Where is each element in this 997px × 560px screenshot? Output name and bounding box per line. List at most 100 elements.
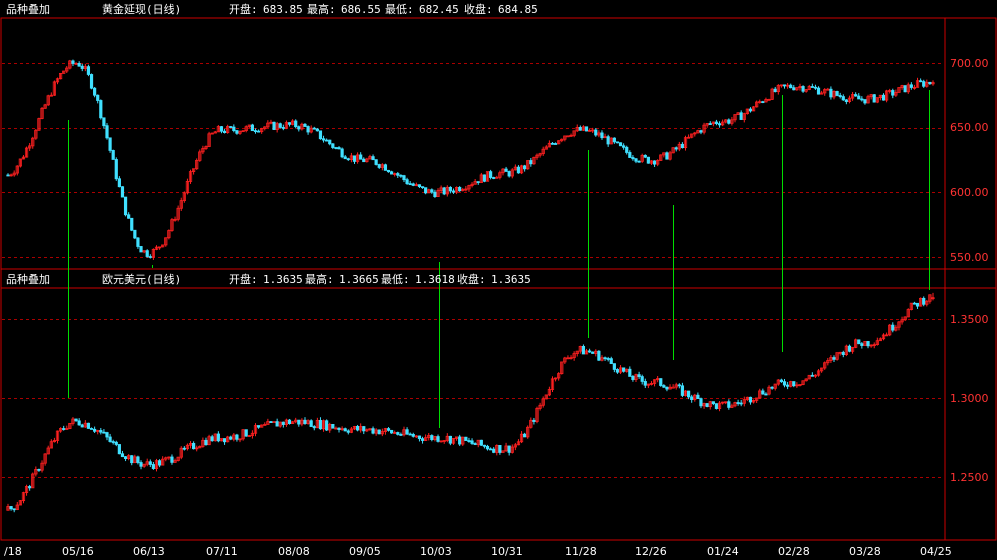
candle-body	[89, 74, 94, 89]
candle	[31, 136, 35, 149]
candle	[334, 146, 338, 150]
candle	[903, 316, 907, 322]
candle-body	[504, 168, 508, 172]
candle-body	[863, 99, 867, 104]
candle	[782, 84, 787, 89]
candle	[696, 129, 700, 134]
candle	[764, 97, 768, 103]
candle	[31, 472, 35, 489]
close-value: 684.85	[498, 3, 538, 16]
candle	[872, 342, 876, 349]
panel-1-header: 品种叠加 黄金延现(日线) 开盘: 683.85 最高: 686.55 最低: …	[6, 2, 538, 16]
candle-body	[420, 438, 425, 441]
candle	[219, 438, 224, 442]
candle	[501, 168, 505, 176]
candle-body	[127, 214, 131, 219]
candle-body	[872, 94, 876, 103]
candle	[677, 141, 681, 152]
candle-body	[362, 426, 366, 432]
open-value: 1.3635	[263, 273, 303, 286]
candle-body	[390, 171, 394, 175]
candle-body	[640, 376, 644, 382]
candle	[229, 435, 233, 441]
candle	[730, 403, 734, 409]
candle-body	[748, 396, 753, 403]
candle	[173, 216, 177, 222]
candle-body	[761, 390, 765, 395]
candle	[46, 445, 50, 455]
candle	[269, 420, 273, 423]
candle	[489, 169, 493, 180]
candle	[541, 146, 545, 156]
candle-body	[612, 363, 616, 370]
candle	[145, 458, 149, 467]
candle	[693, 393, 697, 402]
candle-body	[148, 256, 152, 258]
candle	[510, 168, 514, 179]
candle	[120, 450, 125, 458]
candle	[603, 133, 607, 139]
candle-body	[467, 440, 471, 442]
candle-body	[281, 421, 285, 425]
candle-body	[386, 428, 391, 431]
candle	[699, 397, 703, 409]
candle	[928, 81, 932, 85]
candle	[349, 426, 353, 434]
candle	[275, 121, 279, 133]
candle-body	[272, 121, 276, 130]
candle	[504, 166, 508, 172]
candle-body	[386, 169, 391, 173]
candle	[102, 117, 106, 129]
candle	[46, 94, 50, 106]
candle	[102, 429, 106, 434]
candle	[164, 237, 168, 247]
candle-body	[779, 379, 784, 383]
candle	[813, 84, 818, 90]
candle-body	[789, 84, 793, 89]
candle-body	[631, 376, 635, 380]
candle	[841, 350, 845, 358]
candle	[306, 419, 310, 425]
candle	[216, 125, 220, 133]
candle-body	[714, 403, 719, 409]
candle-body	[671, 386, 675, 389]
high-value: 1.3665	[339, 273, 379, 286]
candle-body	[680, 143, 685, 149]
candle-body	[739, 112, 743, 120]
candle	[93, 426, 97, 434]
candle-body	[352, 155, 357, 162]
candle	[352, 155, 357, 164]
candle	[649, 381, 654, 386]
candle	[516, 165, 521, 174]
candle	[798, 384, 802, 387]
candle-body	[451, 190, 456, 193]
candle	[547, 140, 551, 148]
candle-body	[433, 191, 437, 197]
candle-body	[677, 384, 681, 387]
candle	[733, 401, 737, 408]
candle-body	[136, 456, 140, 463]
candle-body	[111, 441, 115, 443]
x-tick-label: 05/16	[62, 545, 94, 558]
candle	[331, 143, 335, 150]
candle	[622, 367, 626, 373]
candle	[34, 128, 38, 140]
candle	[687, 390, 691, 400]
candle	[318, 130, 323, 140]
candle	[241, 130, 245, 133]
candle-body	[93, 428, 97, 432]
candle	[58, 72, 63, 80]
candle-body	[594, 129, 598, 136]
candle	[690, 133, 694, 139]
candle	[751, 106, 756, 112]
candle-body	[77, 63, 81, 67]
candle	[699, 129, 703, 135]
candle	[352, 425, 357, 431]
candle	[727, 118, 731, 125]
close-label: 收盘:	[464, 2, 493, 16]
candle	[365, 157, 369, 163]
candle	[816, 86, 821, 95]
candle	[6, 173, 10, 177]
candle	[810, 372, 814, 377]
candle-body	[696, 394, 700, 400]
